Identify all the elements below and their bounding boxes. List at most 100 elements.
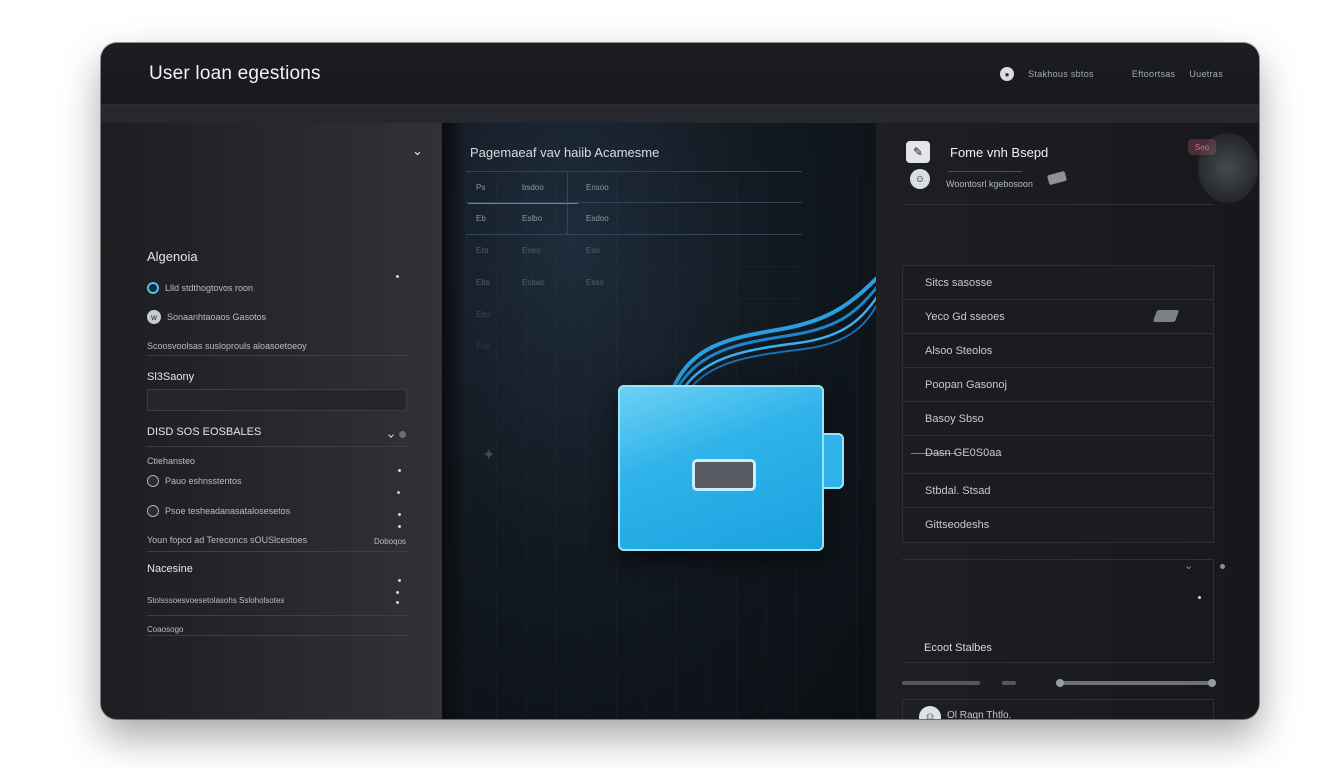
table-cell: Esso	[586, 278, 604, 287]
user-icon: ☺	[910, 169, 930, 189]
user-menu[interactable]: ● Stakhous sbtos	[1000, 67, 1094, 81]
slider-handle[interactable]	[1208, 679, 1216, 687]
panel-title: Pagemaeaf vav haiib Acamesme	[470, 145, 660, 160]
folder-icon[interactable]	[618, 385, 844, 551]
settings-item[interactable]: Poopan Gasonoj	[903, 368, 1213, 402]
slider-handle[interactable]	[1056, 679, 1064, 687]
table-cell: bsdoo	[522, 183, 544, 192]
header-link-2[interactable]: Uuetras	[1189, 69, 1223, 79]
profile-name: Fome vnh Bsepd	[950, 145, 1049, 160]
table-cell: Esdoo	[586, 214, 609, 223]
list-item[interactable]: Stolsssoesvoesetolasohs Ssloholsotes	[147, 596, 284, 605]
indicator-dot	[1220, 564, 1225, 569]
indicator-dot	[398, 525, 401, 528]
tag-text: Doboqos	[374, 537, 407, 546]
table-cell: Ensoo	[586, 183, 609, 192]
list-item[interactable]: Pauo eshnsstentos	[147, 475, 242, 487]
check-icon	[388, 431, 394, 438]
range-slider[interactable]	[902, 679, 1216, 687]
table-row[interactable]: Ps bsdoo Ensoo	[466, 171, 802, 203]
list-item-label: Youn fopcd ad Tereconcs sOUSlcestoes	[147, 535, 308, 545]
card-icon	[1047, 170, 1067, 186]
section-title: Sl3Saony	[147, 371, 195, 383]
indicator-dot	[396, 275, 399, 278]
settings-item-label: Yeco Gd sseoes	[925, 311, 1005, 323]
list-item-label: Sonaanhtaoaos Gasotos	[167, 312, 267, 322]
panel-shadow	[442, 123, 466, 719]
folder-tab	[822, 433, 844, 489]
section-title: DISD SOS EOSBALES	[147, 426, 262, 438]
row-selection-accent	[468, 203, 578, 204]
sub-label: Ctiehansteo	[147, 456, 195, 466]
folder-slot	[692, 459, 756, 491]
indicator-dot	[398, 579, 401, 582]
table-cell: Eso	[586, 246, 600, 255]
cable-lines	[672, 271, 882, 392]
chevron-down-icon[interactable]: ⌄	[1184, 559, 1193, 572]
text-input[interactable]	[147, 389, 407, 411]
toolbar-strip	[101, 105, 1259, 123]
table-cell: Ps	[476, 183, 486, 192]
header-link-1[interactable]: Eftoortsas	[1132, 69, 1176, 79]
indicator-dot	[397, 491, 400, 494]
list-item[interactable]: Llld stdthogtovos roon	[147, 282, 253, 294]
left-sidebar: ⌄ Algenoia Llld stdthogtovos roon w Sona…	[101, 123, 442, 719]
user-icon: ☺	[919, 706, 941, 719]
list-item-label: Stolsssoesvoesetolasohs Ssloholsotes	[147, 596, 285, 605]
list-item[interactable]: Youn fopcd ad Tereconcs sOUSlcestoes	[147, 535, 307, 545]
settings-item[interactable]: Gittseodeshs	[903, 508, 1213, 542]
settings-item[interactable]: Dasn GE0S0aa	[903, 436, 1213, 474]
slider-segment	[1002, 681, 1016, 685]
radio-icon	[147, 282, 159, 294]
table-cell: Eb	[476, 214, 486, 223]
settings-item[interactable]: Stbdal. Stsad	[903, 474, 1213, 508]
sub-label-text: Ctiehansteo	[147, 456, 196, 466]
title-actions: ● Stakhous sbtos Eftoortsas Uuetras	[1000, 67, 1223, 81]
detail-label: Ecoot Stalbes	[924, 642, 992, 654]
toggle-knob	[399, 431, 406, 438]
underline	[948, 171, 1022, 172]
table-cell: Ebs	[476, 278, 490, 287]
indicator-dot	[396, 601, 399, 604]
divider	[147, 446, 407, 447]
chevron-down-icon[interactable]: ⌄	[412, 143, 423, 159]
tag: Doboqos	[374, 537, 406, 546]
table-row[interactable]: Eb Eslbo Esdoo	[466, 203, 802, 235]
user-label: Stakhous sbtos	[1028, 69, 1094, 79]
settings-item[interactable]: Yeco Gd sseoes	[903, 300, 1213, 334]
preview-panel: Pagemaeaf vav haiib Acamesme Ps bsdoo En…	[442, 123, 882, 719]
toggle[interactable]	[388, 431, 406, 438]
indicator-dot	[1198, 596, 1201, 599]
table-cell: Eslbo	[522, 214, 543, 223]
right-panel: ✎ ☺ Fome vnh Bsepd Woontosrl kgebosoon S…	[876, 123, 1259, 719]
list-item[interactable]: w Sonaanhtaoaos Gasotos	[147, 310, 266, 324]
table-cell: Ebo	[476, 310, 491, 319]
list-item[interactable]: Coaosogo	[147, 625, 183, 634]
divider	[147, 551, 407, 552]
tag-icon	[1152, 310, 1180, 322]
settings-item[interactable]: Basoy Sbso	[903, 402, 1213, 436]
divider	[147, 615, 407, 616]
settings-item[interactable]: Sitcs sasosse	[903, 266, 1213, 300]
profile-card: ✎ ☺ Fome vnh Bsepd Woontosrl kgebosoon S…	[902, 137, 1216, 205]
edit-icon[interactable]: ✎	[906, 141, 930, 163]
list-item-label: Coaosogo	[147, 625, 184, 634]
list-item[interactable]: Scoosvoolsas susloprouls aloasoetoeoy	[147, 341, 307, 351]
divider	[147, 355, 407, 356]
footer-card[interactable]: ☺ Ol Ragn Thtlo.	[902, 699, 1214, 719]
slider-track	[1058, 681, 1214, 685]
section-title: Nacesine	[147, 563, 193, 575]
indicator-dot	[398, 469, 401, 472]
bird-icon: ✦	[482, 447, 496, 464]
glow	[1198, 133, 1258, 203]
table-cell: Ero	[476, 246, 489, 255]
indicator-dot	[398, 513, 401, 516]
settings-item[interactable]: Alsoo Steolos	[903, 334, 1213, 368]
avatar-icon: ●	[1000, 67, 1015, 81]
table-cell: Ebb	[476, 342, 491, 351]
footer-text: Ol Ragn Thtlo.	[947, 710, 1012, 719]
indicator-dot	[396, 591, 399, 594]
list-item[interactable]: Psoe tesheadanasatalosesetos	[147, 505, 290, 517]
settings-item-label: Basoy Sbso	[925, 413, 984, 425]
list-item-label: Psoe tesheadanasatalosesetos	[165, 506, 291, 516]
